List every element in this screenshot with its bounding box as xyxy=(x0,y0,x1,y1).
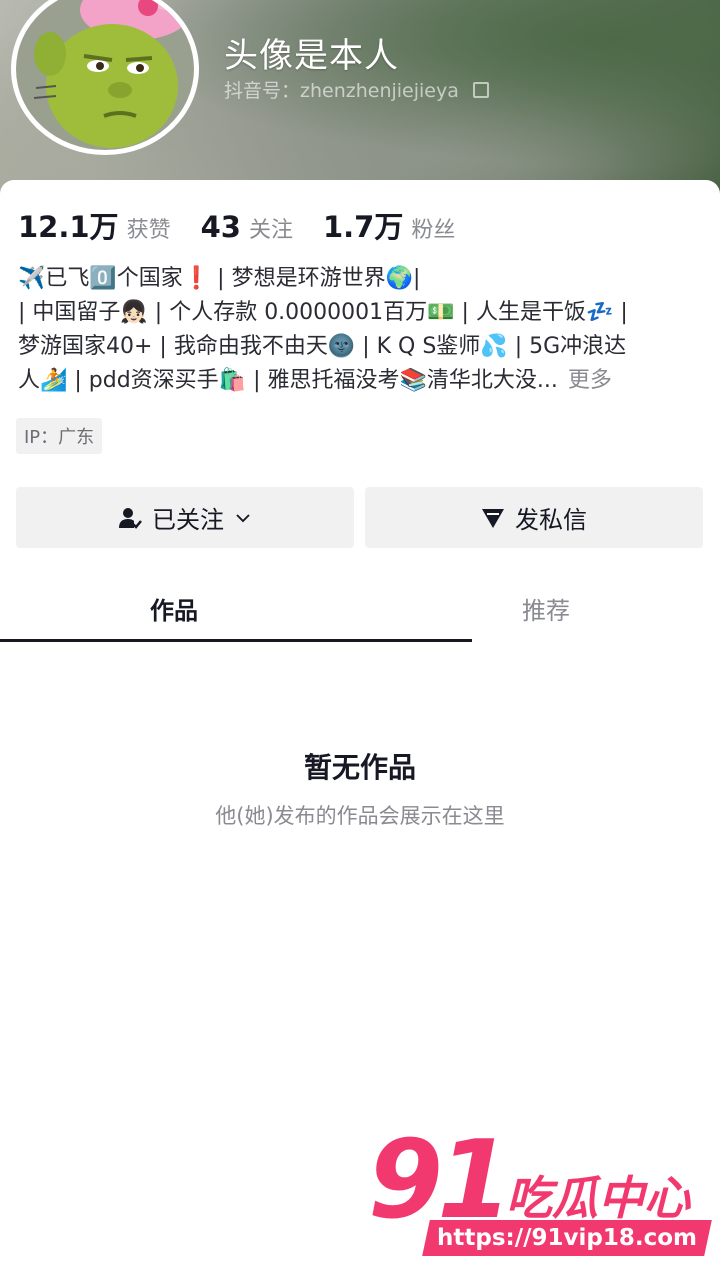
bio-line-last: 人🏄 | pdd资深买手🛍️ | 雅思托福没考📚清华北大没... 更多 xyxy=(18,364,702,398)
stat-followers-value: 1.7万 xyxy=(322,210,404,244)
copy-icon[interactable] xyxy=(472,81,489,98)
stat-following[interactable]: 43 关注 xyxy=(201,210,293,244)
profile-card: 12.1万 获赞 43 关注 1.7万 粉丝 ✈️已飞0️⃣个国家❗️ | 梦想… xyxy=(0,180,720,1280)
stat-following-label: 关注 xyxy=(248,218,293,243)
watermark-name: 吃瓜中心 xyxy=(506,1171,690,1225)
stat-following-value: 43 xyxy=(200,210,241,244)
ip-location-badge: IP：广东 xyxy=(16,418,103,454)
chevron-down-icon xyxy=(236,513,250,522)
douyin-id: 抖音号：zhenzhenjiejieya xyxy=(224,80,459,102)
stats-row: 12.1万 获赞 43 关注 1.7万 粉丝 xyxy=(18,204,485,246)
avatar[interactable] xyxy=(16,0,194,150)
douyin-id-row[interactable]: 抖音号：zhenzhenjiejieya xyxy=(224,76,489,103)
stat-likes[interactable]: 12.1万 获赞 xyxy=(18,204,171,246)
tab-works[interactable]: 作品 xyxy=(0,575,354,641)
avatar-image xyxy=(16,0,194,150)
stat-followers[interactable]: 1.7万 粉丝 xyxy=(323,204,455,246)
bio-line: 梦游国家40+ | 我命由我不由天🌚 | K Q S鉴师💦 | 5G冲浪达 xyxy=(18,334,627,359)
empty-state-title: 暂无作品 xyxy=(303,751,416,784)
followed-button-label: 已关注 xyxy=(152,506,224,534)
send-message-label: 发私信 xyxy=(515,506,587,534)
profile-page: 头像是本人 抖音号：zhenzhenjiejieya 12.1万 获赞 43 关… xyxy=(0,0,720,1280)
followed-button[interactable]: 已关注 xyxy=(16,487,354,548)
watermark-url-text: https://91vip18.com xyxy=(436,1225,697,1251)
tab-recommend[interactable]: 推荐 xyxy=(366,575,720,641)
bio-line: | 中国留子👧🏻 | 个人存款 0.0000001百万💵 | 人生是干饭💤 | xyxy=(18,300,628,325)
bio-more-link[interactable]: 更多 xyxy=(568,368,612,393)
user-check-icon xyxy=(119,507,142,529)
profile-nickname: 头像是本人 xyxy=(224,36,399,76)
profile-banner: 头像是本人 抖音号：zhenzhenjiejieya xyxy=(0,0,720,200)
bio-line: ✈️已飞0️⃣个国家❗️ | 梦想是环游世界🌍| xyxy=(18,266,421,291)
profile-bio: ✈️已飞0️⃣个国家❗️ | 梦想是环游世界🌍| | 中国留子👧🏻 | 个人存款… xyxy=(18,262,702,398)
stat-likes-label: 获赞 xyxy=(126,218,171,243)
stat-followers-label: 粉丝 xyxy=(411,218,456,243)
profile-tabs: 作品 推荐 xyxy=(0,575,720,645)
active-tab-indicator xyxy=(0,639,472,642)
send-message-button[interactable]: 发私信 xyxy=(365,487,703,548)
site-watermark: 91 吃瓜中心 https://91vip18.com xyxy=(368,1118,718,1263)
bio-line-text: 人🏄 | pdd资深买手🛍️ | 雅思托福没考📚清华北大没... xyxy=(18,368,558,393)
stat-likes-value: 12.1万 xyxy=(18,210,119,244)
watermark-url: https://91vip18.com xyxy=(422,1220,712,1256)
empty-state-subtitle: 他(她)发布的作品会展示在这里 xyxy=(215,804,505,828)
send-icon xyxy=(482,508,504,528)
